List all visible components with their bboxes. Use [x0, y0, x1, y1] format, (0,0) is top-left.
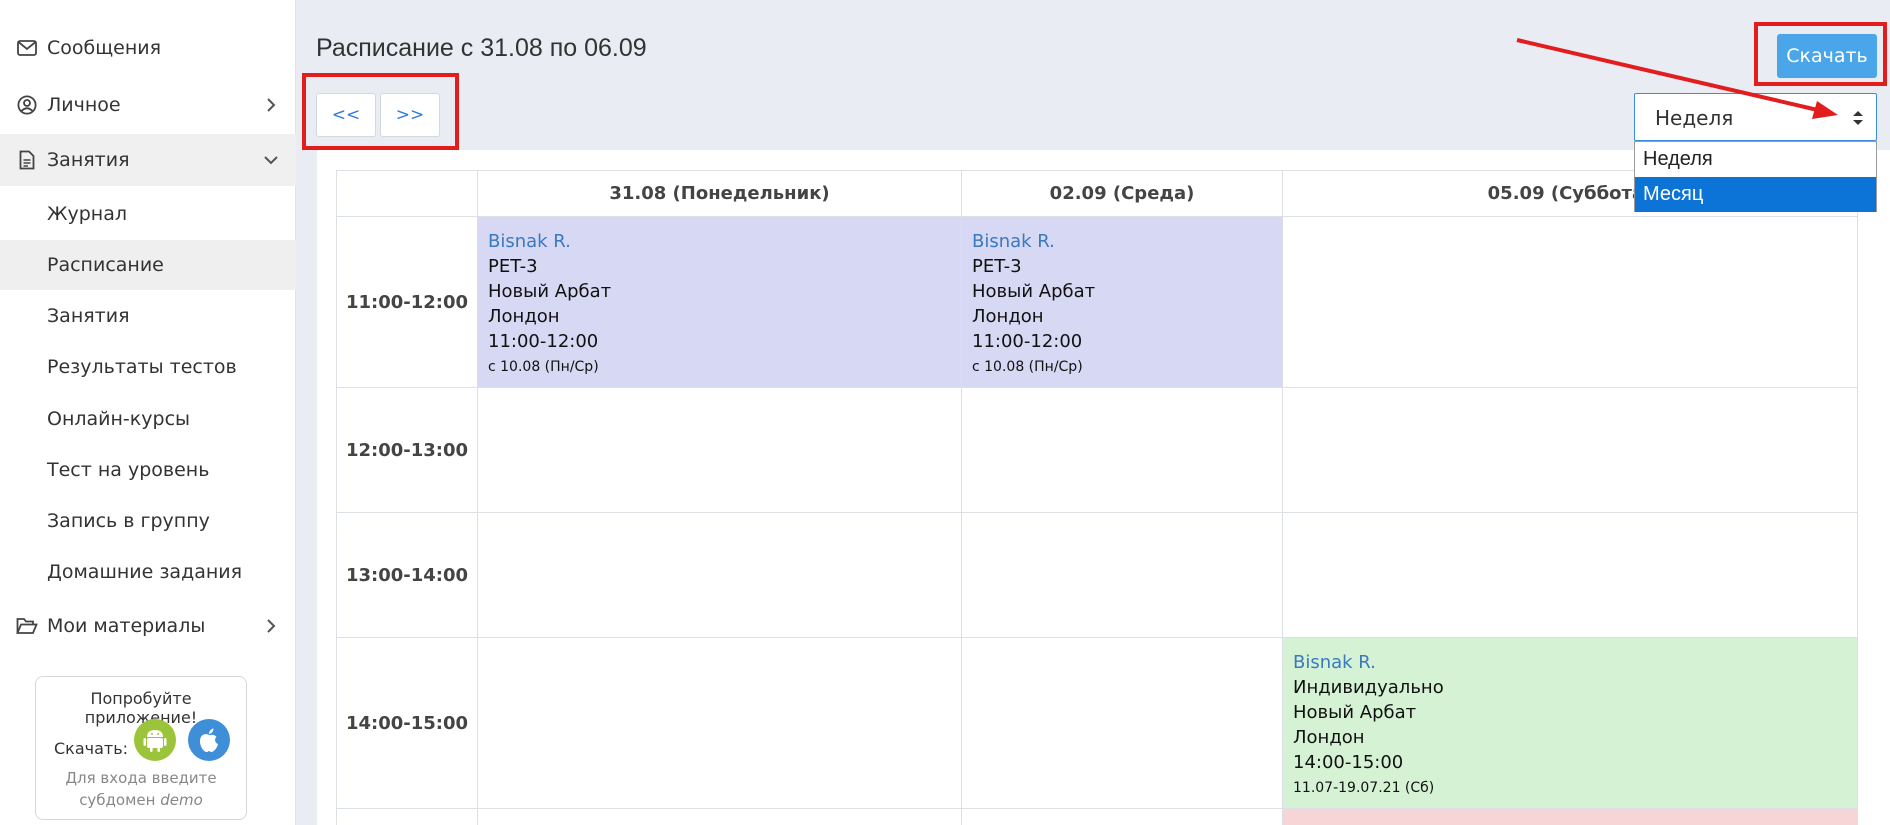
period-select[interactable]: Неделя	[1634, 93, 1877, 141]
envelope-icon	[16, 37, 38, 59]
sidebar-item-materials[interactable]: Мои материалы	[0, 600, 296, 652]
empty-cell	[336, 808, 478, 825]
time-slot: 11:00-12:00	[336, 216, 478, 388]
sidebar-item-label: Занятия	[47, 305, 130, 327]
lesson-cell[interactable]: Bisnak R. PET-3 Новый Арбат Лондон 11:00…	[961, 216, 1283, 388]
period-select-value: Неделя	[1655, 106, 1734, 130]
sidebar-item-level-test[interactable]: Тест на уровень	[0, 445, 296, 495]
lesson-place: Новый Арбат	[972, 281, 1096, 302]
annotation-box-nav	[302, 73, 459, 150]
time-slot: 13:00-14:00	[336, 512, 478, 638]
promo-download-label: Скачать:	[54, 739, 129, 758]
sidebar-item-test-results[interactable]: Результаты тестов	[0, 342, 296, 392]
lesson-room: Лондон	[972, 306, 1044, 327]
time-slot: 14:00-15:00	[336, 637, 478, 809]
sidebar-item-schedule[interactable]: Расписание	[0, 240, 296, 290]
empty-cell	[477, 512, 962, 638]
sidebar-item-messages[interactable]: Сообщения	[0, 22, 296, 74]
table-row: 13:00-14:00	[336, 512, 1858, 638]
lesson-cell[interactable]: Bisnak R. PET-3 Новый Арбат Лондон 11:00…	[477, 216, 962, 388]
sidebar-item-label: Мои материалы	[47, 615, 206, 637]
sidebar-item-label: Онлайн-курсы	[47, 408, 191, 430]
android-app-icon[interactable]	[134, 719, 176, 761]
sidebar-item-label: Тест на уровень	[47, 459, 210, 481]
sidebar-item-label: Домашние задания	[47, 561, 243, 583]
table-row: 12:00-13:00	[336, 387, 1858, 513]
lesson-group: Индивидуально	[1293, 677, 1444, 698]
period-option-month[interactable]: Месяц	[1635, 177, 1876, 212]
chevron-right-icon	[264, 619, 278, 633]
empty-cell	[961, 808, 1283, 825]
sidebar-item-online-courses[interactable]: Онлайн-курсы	[0, 394, 296, 444]
sidebar-item-label: Занятия	[47, 149, 130, 171]
empty-cell	[961, 512, 1283, 638]
lesson-group: PET-3	[488, 256, 538, 277]
lesson-cell[interactable]: Bisnak R. Индивидуально Новый Арбат Лонд…	[1282, 637, 1858, 809]
empty-cell	[477, 637, 962, 809]
lesson-cell[interactable]	[1282, 808, 1858, 825]
lesson-time: 11:00-12:00	[972, 331, 1083, 352]
sidebar-item-classes[interactable]: Занятия	[0, 291, 296, 341]
promo-hint-domain: demo	[160, 791, 203, 809]
table-row: 11:00-12:00 Bisnak R. PET-3 Новый Арбат …	[336, 216, 1858, 388]
column-header: 31.08 (Понедельник)	[477, 170, 962, 217]
page-title: Расписание с 31.08 по 06.09	[316, 34, 647, 62]
lesson-time: 14:00-15:00	[1293, 752, 1404, 773]
sidebar-item-label: Результаты тестов	[47, 356, 237, 378]
column-header: 02.09 (Среда)	[961, 170, 1283, 217]
sidebar-item-label: Сообщения	[47, 37, 162, 59]
lesson-place: Новый Арбат	[488, 281, 612, 302]
sidebar-item-journal[interactable]: Журнал	[0, 189, 296, 239]
time-slot: 12:00-13:00	[336, 387, 478, 513]
promo-hint-text: субдомен	[79, 791, 156, 809]
lesson-time: 11:00-12:00	[488, 331, 599, 352]
lesson-note: 11.07-19.07.21 (Сб)	[1293, 780, 1435, 796]
sidebar-item-personal[interactable]: Личное	[0, 79, 296, 131]
lesson-room: Лондон	[488, 306, 560, 327]
period-dropdown: Неделя Месяц	[1634, 141, 1877, 212]
sidebar-item-label: Личное	[47, 94, 121, 116]
table-header-row: 31.08 (Понедельник) 02.09 (Среда) 05.09 …	[336, 170, 1858, 217]
promo-hint-line1: Для входа введите	[65, 769, 217, 787]
lesson-note: с 10.08 (Пн/Ср)	[972, 359, 1083, 375]
chevron-down-icon	[264, 153, 278, 167]
teacher-name[interactable]: Bisnak R.	[488, 229, 961, 254]
sidebar-item-lessons[interactable]: Занятия	[0, 134, 296, 186]
chevron-right-icon	[264, 98, 278, 112]
promo-hint: Для входа введите субдомен demo	[36, 767, 246, 811]
empty-cell	[1282, 216, 1858, 388]
sidebar-item-homework[interactable]: Домашние задания	[0, 547, 296, 597]
empty-cell	[477, 808, 962, 825]
document-icon	[16, 149, 38, 171]
empty-cell	[961, 387, 1283, 513]
lesson-note: с 10.08 (Пн/Ср)	[488, 359, 599, 375]
empty-cell	[1282, 387, 1858, 513]
sidebar-item-label: Журнал	[47, 203, 127, 225]
sidebar: Сообщения Личное Занятия Журнал Расписан…	[0, 0, 296, 825]
select-caret-icon	[1852, 108, 1864, 128]
schedule-table: 31.08 (Понедельник) 02.09 (Среда) 05.09 …	[336, 170, 1858, 825]
sidebar-item-group-signup[interactable]: Запись в группу	[0, 496, 296, 546]
table-row: 14:00-15:00 Bisnak R. Индивидуально Новы…	[336, 637, 1858, 809]
teacher-name[interactable]: Bisnak R.	[972, 229, 1282, 254]
app-promo-card: Попробуйте приложение! Скачать: Для вход…	[35, 676, 247, 820]
folder-open-icon	[16, 615, 38, 637]
empty-cell	[961, 637, 1283, 809]
apple-app-icon[interactable]	[188, 719, 230, 761]
lesson-group: PET-3	[972, 256, 1022, 277]
lesson-room: Лондон	[1293, 727, 1365, 748]
annotation-box-download	[1754, 22, 1887, 86]
empty-cell	[477, 387, 962, 513]
promo-hint-line2: субдомен demo	[36, 789, 246, 811]
time-column-header	[336, 170, 478, 217]
sidebar-item-label: Запись в группу	[47, 510, 210, 532]
lesson-place: Новый Арбат	[1293, 702, 1417, 723]
empty-cell	[1282, 512, 1858, 638]
sidebar-item-label: Расписание	[47, 254, 164, 276]
user-circle-icon	[16, 94, 38, 116]
table-row	[336, 808, 1858, 825]
teacher-name[interactable]: Bisnak R.	[1293, 650, 1857, 675]
period-option-week[interactable]: Неделя	[1635, 142, 1876, 177]
